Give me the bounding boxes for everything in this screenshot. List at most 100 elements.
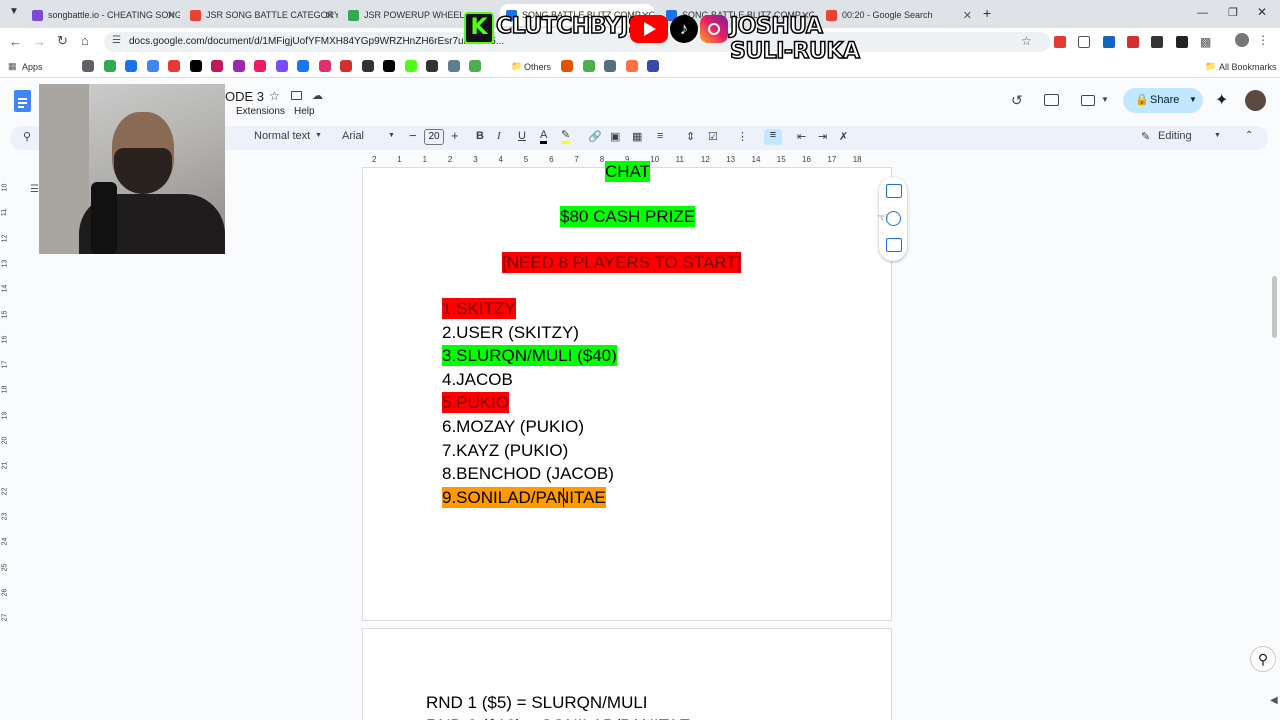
gemini-sparkle-icon[interactable]: ✦ [1215, 90, 1228, 110]
highlight-color-button[interactable]: ✎ [561, 130, 571, 144]
numbered-list-icon[interactable]: ≡ [764, 129, 782, 145]
bookmark-favicon-icon[interactable] [582, 60, 595, 72]
extension-icon[interactable] [1078, 36, 1090, 48]
forward-icon[interactable]: → [33, 34, 46, 49]
browser-tab[interactable]: songbattle.io - CHEATING SONG ✕ [26, 4, 180, 26]
extension-icon[interactable] [1151, 36, 1163, 48]
bookmark-favicon-icon[interactable] [189, 60, 202, 72]
bookmark-favicon-icon[interactable] [254, 60, 266, 72]
document-outline-icon[interactable]: ☰ [30, 184, 39, 195]
scroll-indicator-icon[interactable]: ◀ [1270, 695, 1278, 706]
collapse-menus-icon[interactable]: ⌃ [1245, 130, 1253, 141]
account-avatar[interactable] [1245, 90, 1266, 111]
suggest-edits-icon[interactable] [886, 238, 902, 252]
align-icon[interactable]: ≡ [657, 130, 663, 142]
close-tab-icon[interactable]: ✕ [963, 9, 972, 22]
move-folder-icon[interactable] [291, 91, 302, 100]
checklist-icon[interactable]: ☑ [708, 130, 718, 143]
browser-menu-icon[interactable]: ⋮ [1257, 33, 1269, 47]
italic-button[interactable]: I [497, 130, 501, 142]
bookmark-star-icon[interactable]: ☆ [1021, 34, 1032, 48]
chevron-down-icon[interactable]: ▼ [1101, 95, 1109, 104]
player-list-item[interactable]: 1.SKITZY [442, 298, 516, 319]
extension-icon[interactable] [1176, 36, 1188, 48]
scrollbar-thumb[interactable] [1272, 276, 1277, 338]
bookmark-favicon-icon[interactable] [318, 60, 331, 72]
text-color-button[interactable]: A [540, 130, 548, 144]
player-list-item[interactable]: 5.PUKIO [442, 392, 510, 414]
prize-line[interactable]: $80 CASH PRIZE [560, 206, 696, 227]
bookmark-favicon-icon[interactable] [103, 60, 116, 72]
bookmark-favicon-icon[interactable] [404, 60, 417, 72]
editing-mode-select[interactable]: Editing [1158, 130, 1192, 142]
decrease-font-size-button[interactable]: − [409, 128, 417, 143]
bookmark-favicon-icon[interactable] [211, 60, 223, 72]
meet-icon[interactable] [1081, 95, 1095, 106]
reload-icon[interactable]: ↻ [57, 33, 68, 49]
bookmark-favicon-icon[interactable] [426, 60, 438, 72]
bookmark-favicon-icon[interactable] [647, 60, 659, 72]
bookmark-favicon-icon[interactable] [469, 60, 481, 72]
version-history-icon[interactable]: ↺ [1011, 92, 1023, 109]
explore-icon[interactable]: ⚲ [1250, 646, 1276, 672]
bookmark-favicon-icon[interactable] [625, 60, 638, 72]
bookmark-favicon-icon[interactable] [447, 60, 460, 72]
font-select[interactable]: Arial [342, 130, 364, 142]
line-spacing-icon[interactable]: ⇕ [686, 130, 695, 143]
bookmark-favicon-icon[interactable] [168, 60, 180, 72]
tab-search-icon[interactable]: ▼ [9, 6, 19, 17]
docs-logo-icon[interactable] [14, 90, 31, 112]
bookmark-favicon-icon[interactable] [146, 60, 159, 72]
minimize-icon[interactable]: — [1197, 7, 1208, 19]
close-tab-icon[interactable]: ✕ [167, 9, 176, 22]
player-list-item[interactable]: 3.SLURQN/MULI ($40) [442, 345, 617, 367]
share-button[interactable]: 🔒 Share ▼ [1123, 88, 1203, 113]
new-tab-button[interactable]: + [983, 5, 991, 21]
menu-help[interactable]: Help [294, 106, 315, 117]
document-title[interactable]: ODE 3 [225, 89, 264, 104]
search-menus-icon[interactable]: ⚲ [23, 130, 31, 143]
font-size-input[interactable]: 20 [424, 129, 444, 145]
round-line[interactable]: RND 1 ($5) = SLURQN/MULI [426, 692, 648, 713]
increase-indent-icon[interactable]: ⇥ [818, 130, 827, 143]
browser-tab[interactable]: JSR SONG BATTLE CATEGORY ✕ [184, 4, 338, 26]
bookmark-favicon-icon[interactable] [340, 60, 352, 72]
extensions-puzzle-icon[interactable]: ▩ [1200, 35, 1211, 49]
menu-extensions[interactable]: Extensions [236, 106, 285, 117]
back-icon[interactable]: ← [9, 34, 22, 49]
apps-grid-icon[interactable]: ▦ [8, 61, 17, 72]
bookmark-favicon-icon[interactable] [561, 60, 573, 72]
star-icon[interactable]: ☆ [269, 89, 280, 103]
bookmark-favicon-icon[interactable] [232, 60, 245, 72]
player-list-item[interactable]: 9.SONILAD/PANITAE [442, 486, 606, 508]
player-list-item[interactable]: 4.JACOB [442, 369, 513, 390]
insert-link-icon[interactable]: 🔗 [588, 130, 602, 143]
bookmark-favicon-icon[interactable] [125, 60, 137, 72]
extension-icon[interactable] [1103, 36, 1115, 48]
doc-line[interactable]: CHAT [605, 161, 651, 182]
increase-font-size-button[interactable]: + [451, 128, 459, 143]
player-list-item[interactable]: 8.BENCHOD (JACOB) [442, 463, 614, 484]
comments-icon[interactable] [1044, 94, 1059, 106]
round-line[interactable]: RND 2 ($10) = SONILAD/PANITAE [426, 715, 690, 720]
bookmark-favicon-icon[interactable] [82, 60, 94, 72]
decrease-indent-icon[interactable]: ⇤ [797, 130, 806, 143]
profile-avatar[interactable] [1235, 33, 1249, 47]
all-bookmarks-folder[interactable]: All Bookmarks [1219, 62, 1277, 72]
bookmark-favicon-icon[interactable] [361, 60, 374, 72]
bookmark-favicon-icon[interactable] [275, 60, 288, 72]
add-comment-icon[interactable] [886, 184, 902, 198]
need-players-line[interactable]: [NEED 8 PLAYERS TO START] [502, 252, 742, 273]
player-list-item[interactable]: 2.USER (SKITZY) [442, 322, 579, 343]
bulleted-list-icon[interactable]: ⋮ [737, 130, 748, 143]
site-info-icon[interactable]: ☰ [112, 35, 121, 46]
add-comment-icon[interactable]: ▣ [610, 130, 620, 143]
cloud-status-icon[interactable]: ☁ [312, 89, 323, 102]
extension-pdf-icon[interactable] [1127, 36, 1139, 48]
close-window-icon[interactable]: ✕ [1257, 5, 1267, 19]
bookmark-favicon-icon[interactable] [383, 60, 395, 72]
player-list-item[interactable]: 7.KAYZ (PUKIO) [442, 440, 568, 461]
others-bookmark-folder[interactable]: Others [524, 62, 551, 72]
home-icon[interactable]: ⌂ [81, 33, 89, 48]
style-select[interactable]: Normal text [254, 130, 310, 142]
